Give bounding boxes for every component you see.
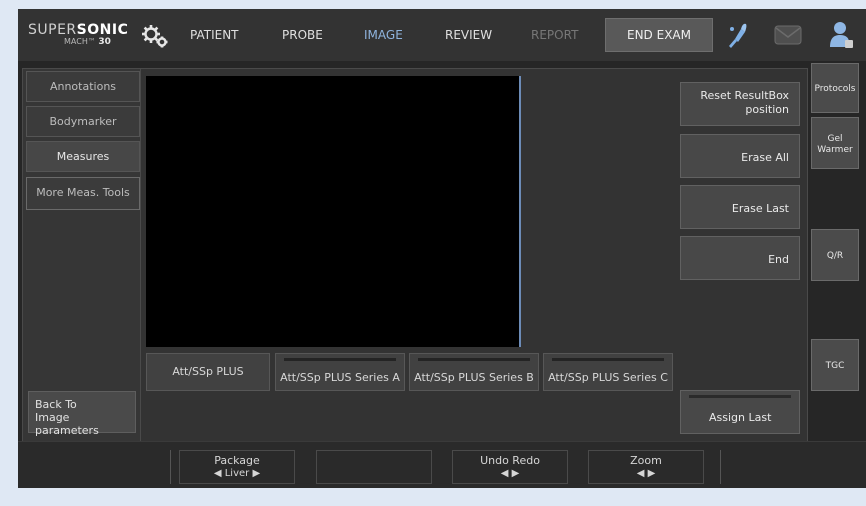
package-value: ◀ Liver ▶ [213, 468, 261, 479]
brand-logo: SUPERSONIC MACH™ 30 [28, 22, 168, 52]
tgc-tab[interactable]: TGC [811, 339, 859, 391]
ultrasound-screen: SUPERSONIC MACH™ 30 PATIENT PROBE IMAGE … [18, 9, 866, 488]
nav-probe[interactable]: PROBE [282, 28, 323, 42]
divider [170, 450, 171, 484]
erase-last-button[interactable]: Erase Last [680, 185, 800, 229]
reset-resultbox-position-button[interactable]: Reset ResultBox position [680, 82, 800, 126]
reset-label-line2: position [745, 103, 789, 116]
end-button[interactable]: End [680, 236, 800, 280]
undo-redo-knob[interactable]: Undo Redo ◀ ▶ [452, 450, 568, 484]
package-label: Package [214, 454, 260, 467]
erase-all-button[interactable]: Erase All [680, 134, 800, 178]
user-icon[interactable] [830, 20, 854, 50]
zoom-label: Zoom [630, 454, 662, 467]
annotations-button[interactable]: Annotations [26, 71, 140, 102]
nav-report[interactable]: REPORT [531, 28, 578, 42]
subtab-att-ssp-plus[interactable]: Att/SSp PLUS [146, 353, 270, 391]
measure-cursor-line [519, 76, 521, 347]
assign-last-button[interactable]: Assign Last [680, 390, 800, 434]
zoom-value: ◀ ▶ [636, 468, 656, 479]
protocols-tab[interactable]: Protocols [811, 63, 859, 113]
back-label-line1: Back To [35, 398, 77, 411]
subtab-series-a[interactable]: Att/SSp PLUS Series A [275, 353, 405, 391]
measures-button[interactable]: Measures [26, 141, 140, 172]
subtab-series-b[interactable]: Att/SSp PLUS Series B [409, 353, 539, 391]
gears-icon [142, 25, 168, 48]
model-label: MACH™ 30 [64, 37, 111, 47]
reset-label-line1: Reset ResultBox [700, 89, 789, 102]
nav-review[interactable]: REVIEW [445, 28, 492, 42]
back-label-line2: Image parameters [35, 411, 99, 437]
qr-tab[interactable]: Q/R [811, 229, 859, 281]
top-bar: SUPERSONIC MACH™ 30 PATIENT PROBE IMAGE … [18, 9, 866, 61]
divider [720, 450, 721, 484]
measure-tool-area: Annotations Bodymarker Measures More Mea… [22, 68, 862, 445]
nav-patient[interactable]: PATIENT [190, 28, 239, 42]
probe-icon[interactable] [726, 21, 748, 49]
gel-warmer-tab[interactable]: Gel Warmer [811, 117, 859, 169]
back-to-image-parameters-button[interactable]: Back To Image parameters [28, 391, 136, 437]
brand-name: SUPERSONIC [28, 22, 129, 38]
zoom-knob[interactable]: Zoom ◀ ▶ [588, 450, 704, 484]
nav-image[interactable]: IMAGE [364, 28, 403, 42]
subtab-series-c[interactable]: Att/SSp PLUS Series C [543, 353, 673, 391]
gel-label-line2: Warmer [817, 145, 853, 155]
ultrasound-image-area[interactable] [146, 76, 519, 347]
undo-redo-label: Undo Redo [480, 454, 540, 467]
gel-label-line1: Gel [827, 134, 843, 144]
bodymarker-button[interactable]: Bodymarker [26, 106, 140, 137]
undo-redo-value: ◀ ▶ [500, 468, 520, 479]
package-knob[interactable]: Package ◀ Liver ▶ [179, 450, 295, 484]
bottom-knob-bar: Package ◀ Liver ▶ Undo Redo ◀ ▶ Zoom ◀ ▶ [18, 441, 866, 488]
mail-icon[interactable] [774, 25, 802, 45]
more-meas-tools-button[interactable]: More Meas. Tools [26, 177, 140, 210]
empty-knob[interactable] [316, 450, 432, 484]
end-exam-button[interactable]: END EXAM [605, 18, 713, 52]
